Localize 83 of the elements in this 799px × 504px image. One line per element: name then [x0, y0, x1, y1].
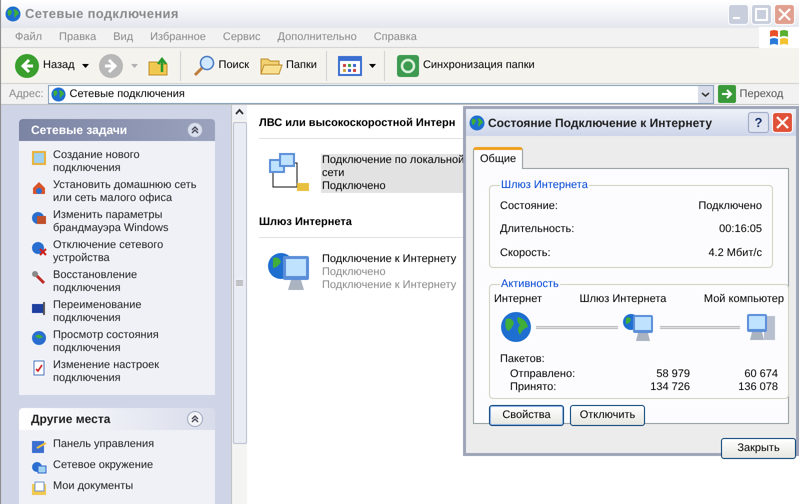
- scroll-up-icon[interactable]: [232, 105, 247, 120]
- close-button[interactable]: Закрыть: [721, 438, 796, 459]
- connection-status: Подключение к Интернету: [322, 278, 458, 292]
- connection-status: Подключено: [322, 266, 387, 278]
- task-link[interactable]: Сетевое окружение: [53, 459, 203, 472]
- address-label: Адрес:: [9, 86, 44, 102]
- task-link[interactable]: Создание нового подключения: [53, 149, 203, 175]
- grip-icon: [236, 280, 243, 286]
- documents-icon: [31, 481, 47, 497]
- tab[interactable]: Общие: [473, 147, 524, 169]
- field-label: Скорость:: [500, 246, 551, 260]
- house-icon: [31, 180, 47, 196]
- task-link[interactable]: Изменение настроек подключения: [53, 359, 203, 385]
- panel-title: Сетевые задачи: [31, 122, 128, 139]
- packet-count: 58 979: [655, 368, 690, 380]
- task-link[interactable]: Изменить параметры брандмауэра Windows: [53, 209, 203, 235]
- close-icon[interactable]: [772, 112, 793, 133]
- sync-button[interactable]: Синхронизация папки: [394, 50, 536, 82]
- windows-flag-logo: [769, 28, 789, 46]
- status-icon: [31, 330, 47, 346]
- group-title: Шлюз Интернета: [259, 216, 352, 228]
- task-link[interactable]: Мои документы: [53, 480, 203, 493]
- task-link[interactable]: Просмотр состояния подключения: [53, 329, 203, 355]
- sync-icon: [396, 54, 420, 78]
- field-label: Длительность:: [500, 222, 574, 237]
- group-title: ЛВС или высокоскоростной Интерн: [259, 117, 456, 129]
- collapse-icon[interactable]: [187, 411, 203, 427]
- rename-icon: [31, 300, 47, 316]
- dialog-button[interactable]: Свойства: [489, 404, 564, 426]
- caret-icon[interactable]: [82, 64, 89, 68]
- group-box-title: Активность: [500, 277, 560, 292]
- panel-header[interactable]: Другие места: [19, 408, 215, 430]
- search-icon: [192, 54, 216, 78]
- dropdown-icon[interactable]: [698, 86, 713, 102]
- task-link[interactable]: Восстановление подключения: [53, 269, 203, 295]
- task-link[interactable]: Переименование подключения: [53, 299, 203, 325]
- address-field[interactable]: Сетевые подключения: [48, 84, 714, 104]
- connection-status: Подключено: [322, 180, 387, 192]
- close-icon[interactable]: [774, 4, 795, 24]
- document-check-icon: [31, 360, 47, 376]
- connection-name: Подключение к Интернету: [322, 252, 458, 266]
- group-box-title: Шлюз Интернета: [500, 178, 589, 193]
- packet-row-label: Принято:: [510, 380, 558, 394]
- field-value: 00:16:05: [719, 222, 762, 237]
- field-label: Состояние:: [500, 198, 558, 214]
- packet-count: 60 674: [743, 368, 778, 380]
- node-label: Шлюз Интернета: [580, 292, 666, 306]
- network-globe-icon: [5, 6, 21, 22]
- task-link[interactable]: Установить домашнюю сеть или сеть малого офиса: [53, 179, 203, 205]
- back-button[interactable]: Назад: [13, 50, 76, 82]
- disconnect-icon: [31, 240, 47, 256]
- go-button[interactable]: Переход: [718, 85, 784, 103]
- field-value: Подключено: [698, 198, 762, 214]
- task-link[interactable]: Отключение сетевого устройства: [53, 239, 203, 265]
- folders-button[interactable]: Папки: [258, 50, 318, 82]
- control-panel-icon: [31, 439, 47, 455]
- packet-count: 134 726: [649, 380, 690, 394]
- wizard-icon: [31, 150, 47, 166]
- search-button[interactable]: Поиск: [190, 50, 250, 82]
- scroll-thumb[interactable]: [232, 122, 246, 444]
- collapse-icon[interactable]: [187, 122, 203, 138]
- dialog-title: Состояние Подключение к Интернету: [488, 114, 712, 132]
- help-button[interactable]: ?: [748, 112, 769, 133]
- scrollbar[interactable]: [231, 105, 247, 504]
- packet-row-label: Отправлено:: [510, 368, 576, 380]
- node-label: Мой компьютер: [704, 292, 784, 306]
- field-value: 4.2 Мбит/с: [708, 246, 762, 260]
- firewall-icon: [31, 210, 47, 226]
- dialog-button[interactable]: Отключить: [570, 404, 645, 426]
- caret-icon[interactable]: [368, 64, 376, 68]
- node-label: Интернет: [494, 292, 542, 306]
- packets-label: Пакетов:: [500, 352, 546, 367]
- window-title: Сетевые подключения: [25, 5, 179, 24]
- network-globe-icon: [50, 86, 66, 102]
- packet-count: 136 078: [737, 380, 778, 394]
- connection-name: Подключение по локальной сети: [322, 154, 466, 180]
- globe-icon: [500, 311, 532, 343]
- views-grid-icon: [338, 56, 362, 76]
- task-link[interactable]: Панель управления: [53, 438, 203, 451]
- panel-title: Другие места: [31, 411, 110, 428]
- wrench-icon: [31, 270, 47, 286]
- network-globe-icon: [469, 114, 485, 130]
- network-icon: [31, 460, 47, 476]
